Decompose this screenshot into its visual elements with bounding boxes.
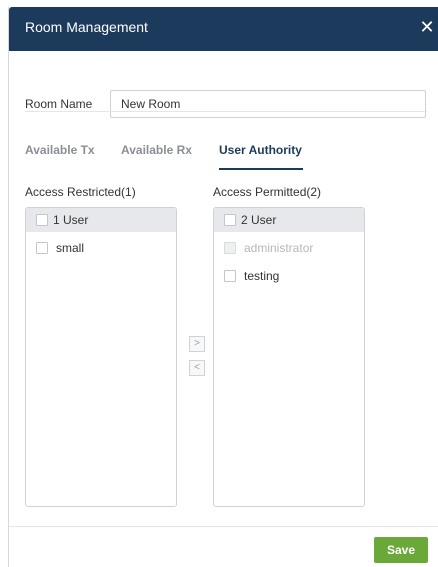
restricted-item-checkbox[interactable] [36, 242, 48, 254]
access-permitted-title: Access Permitted(2) [213, 185, 322, 199]
permitted-item-checkbox-disabled [224, 242, 236, 254]
access-restricted-title: Access Restricted(1) [25, 185, 136, 199]
room-name-label: Room Name [25, 97, 93, 111]
footer-divider [9, 526, 438, 527]
access-permitted-header: 2 User [214, 208, 364, 232]
room-management-dialog: Room Management ✕ Room Name Available Tx… [8, 7, 438, 567]
tab-available-rx[interactable]: Available Rx [121, 143, 192, 157]
save-button[interactable]: Save [374, 537, 428, 563]
dialog-header: Room Management ✕ [9, 7, 438, 51]
move-left-button[interactable]: < [189, 360, 205, 376]
access-permitted-list: 2 User administrator testing [213, 207, 365, 507]
permitted-item-checkbox[interactable] [224, 270, 236, 282]
close-icon[interactable]: ✕ [415, 15, 438, 39]
restricted-item-label: small [56, 241, 85, 255]
dialog-title: Room Management [25, 19, 148, 35]
permitted-header-label: 2 User [241, 213, 277, 227]
access-restricted-header: 1 User [26, 208, 176, 232]
permitted-select-all-checkbox[interactable] [224, 214, 236, 226]
active-tab-indicator [219, 168, 303, 170]
tab-user-authority[interactable]: User Authority [219, 143, 302, 157]
restricted-header-label: 1 User [53, 213, 89, 227]
move-right-button[interactable]: > [189, 336, 205, 352]
permitted-item-label: testing [244, 269, 280, 283]
room-name-input[interactable] [110, 90, 426, 118]
restricted-select-all-checkbox[interactable] [36, 214, 48, 226]
tab-available-tx[interactable]: Available Tx [25, 143, 95, 157]
access-restricted-list: 1 User small [25, 207, 177, 507]
divider [25, 111, 427, 112]
permitted-item-label: administrator [244, 241, 314, 255]
